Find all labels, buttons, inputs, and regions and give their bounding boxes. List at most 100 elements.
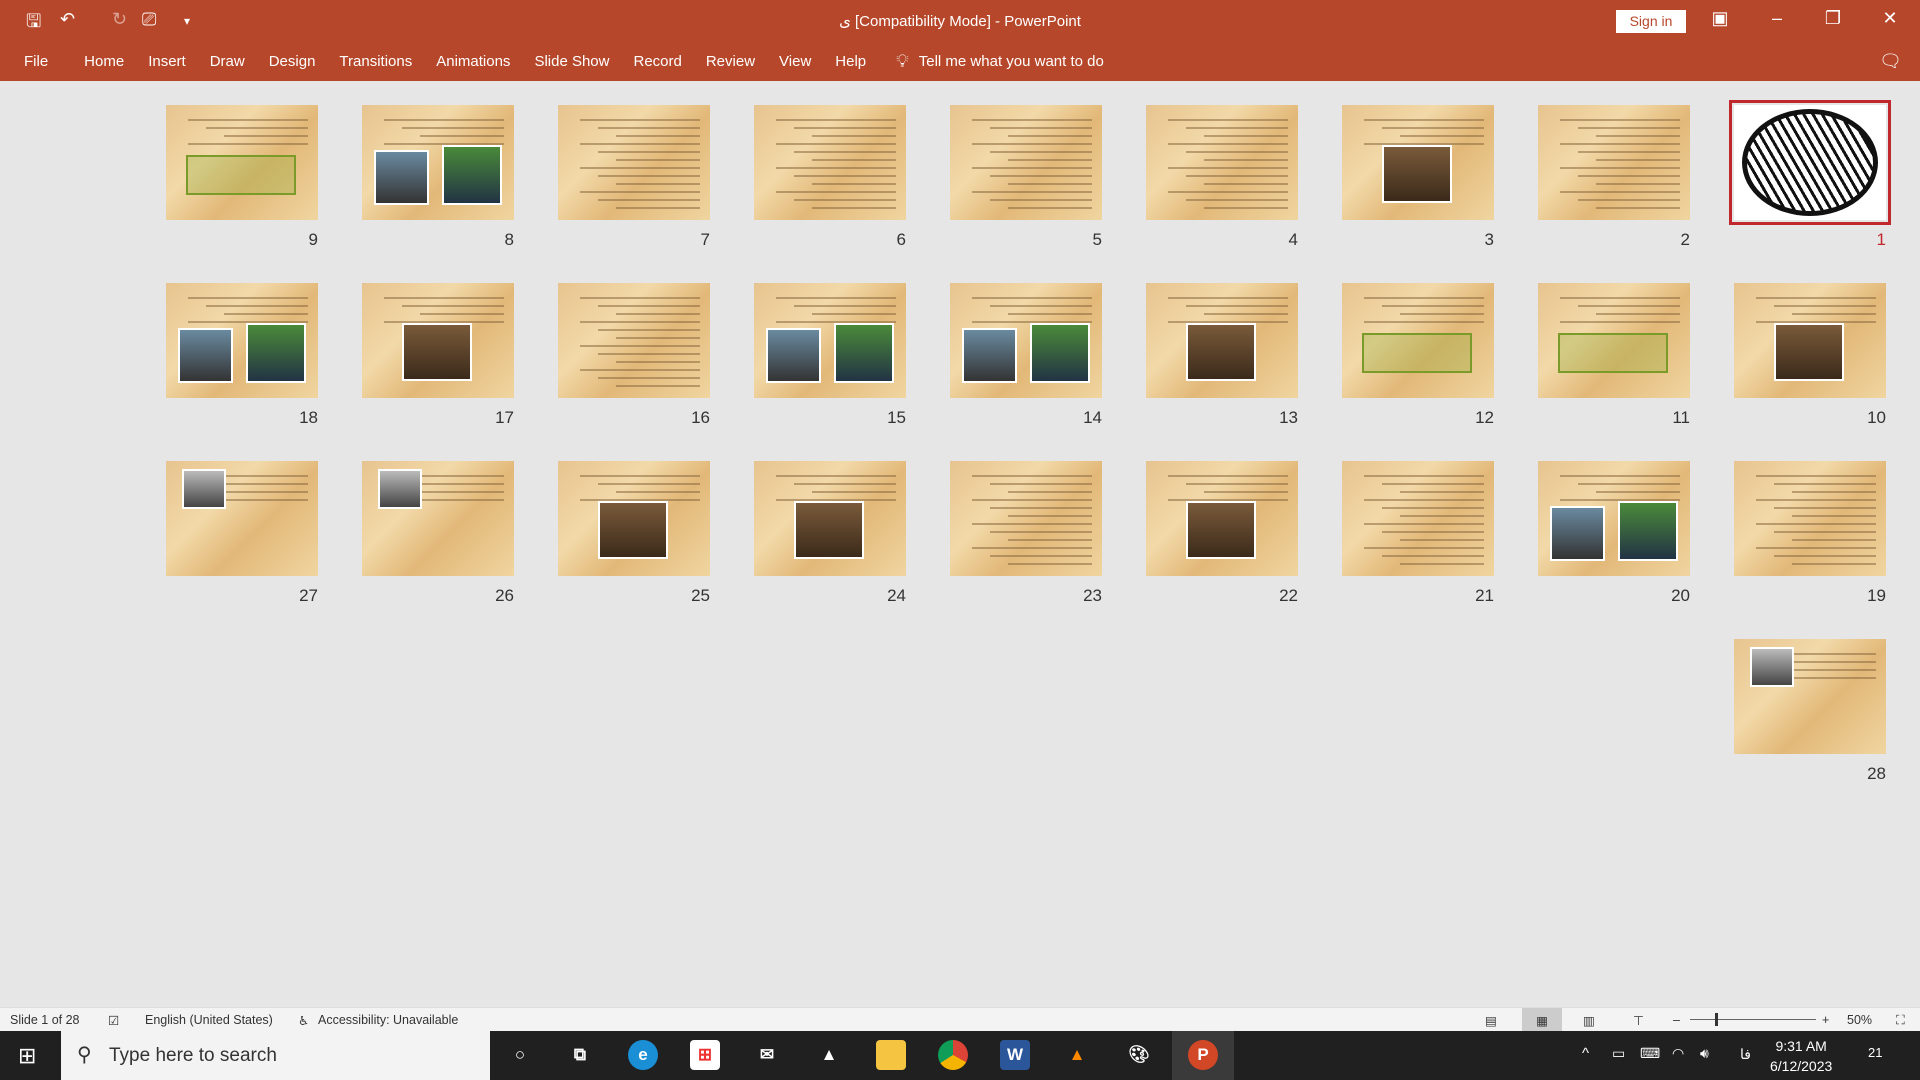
text-line (1400, 491, 1484, 493)
accessibility-status[interactable]: Accessibility: Unavailable (318, 1013, 458, 1027)
taskbar-search[interactable]: ⚲ Type here to search (61, 1031, 490, 1080)
slide-thumbnail[interactable] (558, 105, 710, 220)
slide-thumbnail[interactable] (754, 461, 906, 576)
slide-image (794, 501, 864, 559)
text-line (1792, 669, 1876, 671)
sign-in-button[interactable]: Sign in (1616, 10, 1686, 33)
minimize-icon[interactable]: – (1757, 8, 1797, 29)
slide-thumbnail[interactable] (1734, 461, 1886, 576)
slide-thumbnail[interactable] (1538, 105, 1690, 220)
photos-icon[interactable]: ▲ (814, 1040, 844, 1070)
slide-thumbnail[interactable] (1734, 283, 1886, 398)
tab-transitions[interactable]: Transitions (327, 53, 424, 70)
tell-me-input[interactable]: Tell me what you want to do (919, 53, 1104, 70)
slideshow-view-icon[interactable]: ⊤ (1633, 1013, 1644, 1028)
portrait-image (182, 469, 226, 509)
powerpoint-icon[interactable]: P (1188, 1040, 1218, 1070)
slide-thumbnail[interactable] (1342, 461, 1494, 576)
slide-thumbnail[interactable] (1342, 105, 1494, 220)
slide-thumbnail[interactable] (558, 283, 710, 398)
text-line (616, 135, 700, 137)
cortana-icon[interactable]: ○ (505, 1040, 535, 1070)
slide-thumbnail[interactable] (950, 461, 1102, 576)
slide-thumbnail[interactable] (754, 105, 906, 220)
diagram-shape (1558, 333, 1668, 373)
text-line (776, 119, 896, 121)
ime-icon[interactable]: ⌨ (1640, 1045, 1660, 1062)
zoom-slider-thumb[interactable] (1715, 1013, 1719, 1026)
task-view-icon[interactable]: ⧉ (565, 1040, 595, 1070)
tab-animations[interactable]: Animations (424, 53, 522, 70)
tab-draw[interactable]: Draw (198, 53, 257, 70)
tab-insert[interactable]: Insert (136, 53, 198, 70)
reading-view-icon[interactable]: ▥ (1583, 1013, 1595, 1028)
input-language[interactable]: فا (1740, 1046, 1751, 1063)
slide-thumbnail[interactable] (754, 283, 906, 398)
text-line (616, 159, 700, 161)
chrome-icon[interactable] (938, 1040, 968, 1070)
slide-thumbnail[interactable] (1538, 283, 1690, 398)
slide-thumbnail[interactable] (1342, 283, 1494, 398)
clock[interactable]: 9:31 AM 6/12/2023 (1770, 1036, 1832, 1076)
slide-number: 8 (504, 230, 514, 249)
text-line (812, 491, 896, 493)
slide-thumbnail[interactable] (166, 105, 318, 220)
volume-icon[interactable]: 🔊︎ (1700, 1045, 1709, 1062)
zoom-slider[interactable] (1690, 1019, 1816, 1020)
slide-number: 19 (1867, 586, 1886, 605)
slide-sorter-view-icon[interactable]: ▦ (1522, 1008, 1562, 1031)
ribbon-display-icon[interactable]: ▣ (1700, 8, 1740, 29)
vlc-icon[interactable]: ▲ (1062, 1040, 1092, 1070)
slide-thumbnail[interactable] (362, 461, 514, 576)
slide-image (1382, 145, 1452, 203)
language[interactable]: English (United States) (145, 1013, 273, 1027)
windows-start-icon[interactable]: ⊞ (18, 1043, 36, 1069)
notifications-badge[interactable]: 21 (1868, 1045, 1882, 1060)
text-line (776, 191, 896, 193)
text-line (972, 475, 1092, 477)
zoom-out-button[interactable]: – (1673, 1013, 1680, 1027)
text-line (402, 305, 504, 307)
tab-file[interactable]: File (12, 53, 72, 70)
tray-chevron-icon[interactable]: ^ (1582, 1045, 1589, 1062)
edge-icon[interactable]: e (628, 1040, 658, 1070)
store-icon[interactable]: ⊞ (690, 1040, 720, 1070)
slide-thumbnail[interactable] (1734, 639, 1886, 754)
tab-home[interactable]: Home (72, 53, 136, 70)
wifi-icon[interactable]: ◠ (1672, 1045, 1684, 1062)
slide-thumbnail[interactable] (362, 283, 514, 398)
slide-thumbnail[interactable] (1538, 461, 1690, 576)
close-icon[interactable]: ✕ (1870, 8, 1910, 29)
slide-thumbnail[interactable] (1729, 100, 1891, 225)
tab-review[interactable]: Review (694, 53, 767, 70)
fit-to-window-icon[interactable]: ⛶ (1896, 1013, 1905, 1028)
mail-icon[interactable]: ✉ (752, 1040, 782, 1070)
zoom-in-button[interactable]: + (1822, 1013, 1829, 1027)
slide-thumbnail[interactable] (166, 461, 318, 576)
tab-view[interactable]: View (767, 53, 823, 70)
slide-thumbnail[interactable] (950, 105, 1102, 220)
spellcheck-icon[interactable]: ☑ (108, 1013, 119, 1028)
tab-slide-show[interactable]: Slide Show (522, 53, 621, 70)
slide-thumbnail[interactable] (950, 283, 1102, 398)
text-line (206, 127, 308, 129)
slide-thumbnail[interactable] (1146, 105, 1298, 220)
file-explorer-icon[interactable] (876, 1040, 906, 1070)
tab-design[interactable]: Design (257, 53, 328, 70)
word-icon[interactable]: W (1000, 1040, 1030, 1070)
slide-thumbnail[interactable] (1146, 283, 1298, 398)
paint-icon[interactable]: 🎨︎ (1124, 1040, 1154, 1070)
slide-thumbnail[interactable] (1146, 461, 1298, 576)
normal-view-icon[interactable]: ▤ (1485, 1013, 1497, 1028)
comments-icon[interactable]: 🗨 (1879, 51, 1902, 72)
text-line (990, 305, 1092, 307)
zoom-level[interactable]: 50% (1847, 1013, 1872, 1027)
tab-help[interactable]: Help (823, 53, 878, 70)
slide-thumbnail[interactable] (558, 461, 710, 576)
tab-record[interactable]: Record (621, 53, 693, 70)
slide-thumbnail[interactable] (362, 105, 514, 220)
restore-icon[interactable]: ❐ (1813, 8, 1853, 29)
slide-thumbnail[interactable] (166, 283, 318, 398)
meet-icon[interactable]: ▭ (1612, 1045, 1625, 1062)
text-line (384, 119, 504, 121)
